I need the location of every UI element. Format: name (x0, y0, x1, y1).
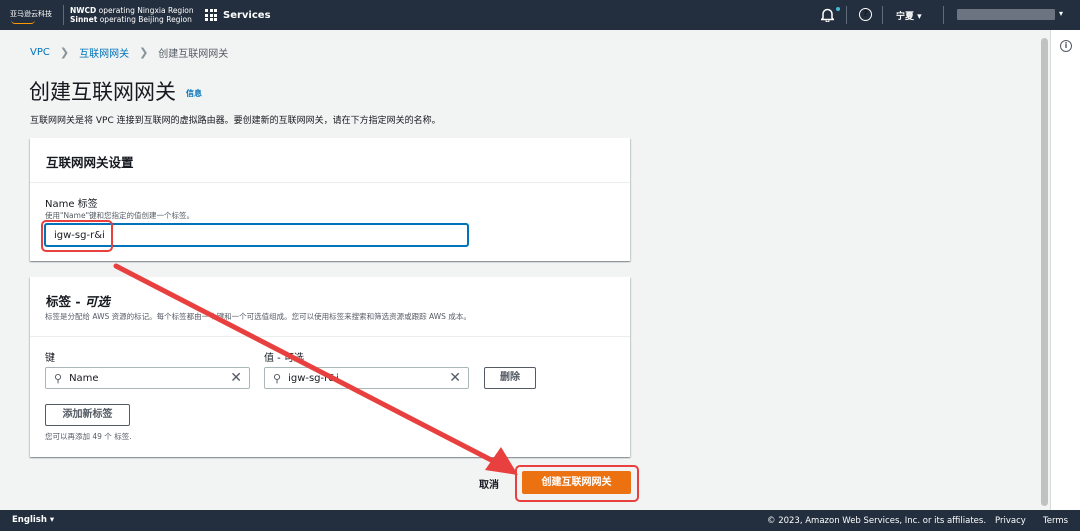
tags-header-optional: 可选 (84, 294, 110, 309)
tags-header: 标签 - (46, 294, 85, 309)
logo-smile-icon (11, 20, 35, 24)
logo[interactable]: 亚马逊云科技 (10, 9, 58, 24)
panel-header: 互联网网关设置 (30, 138, 630, 183)
chevron-right-icon: ❯ (139, 46, 149, 59)
breadcrumb-current: 创建互联网网关 (158, 49, 229, 60)
gateway-settings-panel: 互联网网关设置 Name 标签 使用"Name"键和您指定的值创建一个标签。 (30, 138, 630, 261)
region-line1-bold: NWCD (70, 6, 97, 15)
annotation-highlight-box (515, 465, 639, 502)
divider (943, 6, 944, 24)
account-chevron-down-icon[interactable]: ▾ (1059, 9, 1063, 18)
search-icon: ⚲ (54, 371, 63, 385)
tag-value-value: igw-sg-r&i (288, 372, 339, 384)
region-line2: operating Beijing Region (99, 15, 192, 24)
tag-key-value: Name (69, 372, 99, 384)
value-column-label: 值 - 可选 (264, 353, 304, 364)
region-select[interactable]: 宁夏 ▾ (896, 9, 922, 22)
region-line1: operating Ningxia Region (98, 6, 194, 15)
logo-text: 亚马逊云科技 (10, 9, 52, 18)
name-tag-label: Name 标签 (45, 199, 98, 210)
tags-description: 标签是分配给 AWS 资源的标记。每个标签都由一个键和一个可选值组成。您可以使用… (45, 312, 471, 321)
bell-icon[interactable] (821, 8, 834, 22)
info-link[interactable]: 信息 (186, 88, 202, 99)
grid-icon (205, 9, 217, 21)
copyright-text: © 2023, Amazon Web Services, Inc. or its… (767, 516, 987, 526)
tags-panel: 标签 - 可选 标签是分配给 AWS 资源的标记。每个标签都由一个键和一个可选值… (30, 277, 630, 457)
region-operator-text: NWCD operating Ningxia Region Sinnet ope… (70, 6, 198, 24)
add-new-tag-button[interactable]: 添加新标签 (45, 404, 130, 426)
account-menu-redacted[interactable] (957, 9, 1055, 20)
services-menu-button[interactable]: Services (205, 9, 271, 21)
divider (63, 5, 64, 25)
footer: English ▾ © 2023, Amazon Web Services, I… (0, 510, 1080, 531)
divider (882, 6, 883, 24)
breadcrumb-vpc[interactable]: VPC (30, 47, 50, 58)
scrollbar[interactable] (1041, 38, 1048, 506)
breadcrumb-internet-gateways[interactable]: 互联网网关 (79, 45, 129, 60)
tag-value-input[interactable]: ⚲ igw-sg-r&i ✕ (264, 367, 469, 389)
key-column-label: 键 (45, 353, 55, 364)
divider (846, 6, 847, 24)
page-description: 互联网网关是将 VPC 连接到互联网的虚拟路由器。要创建新的互联网网关，请在下方… (30, 116, 441, 126)
cancel-button[interactable]: 取消 (479, 476, 499, 491)
services-label: Services (223, 9, 271, 21)
remove-tag-button[interactable]: 删除 (484, 367, 536, 389)
terms-link[interactable]: Terms (1043, 516, 1068, 526)
clear-icon[interactable]: ✕ (230, 370, 242, 386)
clear-icon[interactable]: ✕ (449, 370, 461, 386)
tag-limit-note: 您可以再添加 49 个 标签. (45, 432, 132, 441)
help-icon[interactable]: ? (859, 8, 872, 21)
info-icon[interactable]: i (1060, 40, 1072, 52)
search-icon: ⚲ (273, 371, 282, 385)
page-title: 创建互联网网关 (29, 80, 176, 104)
notification-dot (836, 7, 840, 11)
chevron-right-icon: ❯ (59, 46, 70, 59)
privacy-link[interactable]: Privacy (995, 516, 1026, 526)
tools-panel-rail: i (1050, 30, 1080, 510)
annotation-highlight-box (41, 220, 113, 252)
panel-header: 标签 - 可选 标签是分配给 AWS 资源的标记。每个标签都由一个键和一个可选值… (30, 277, 630, 337)
breadcrumb: VPC ❯ 互联网网关 ❯ 创建互联网网关 (30, 45, 228, 60)
region-line2-bold: Sinnet (70, 15, 98, 24)
tag-key-input[interactable]: ⚲ Name ✕ (45, 367, 250, 389)
language-selector[interactable]: English ▾ (12, 515, 54, 525)
